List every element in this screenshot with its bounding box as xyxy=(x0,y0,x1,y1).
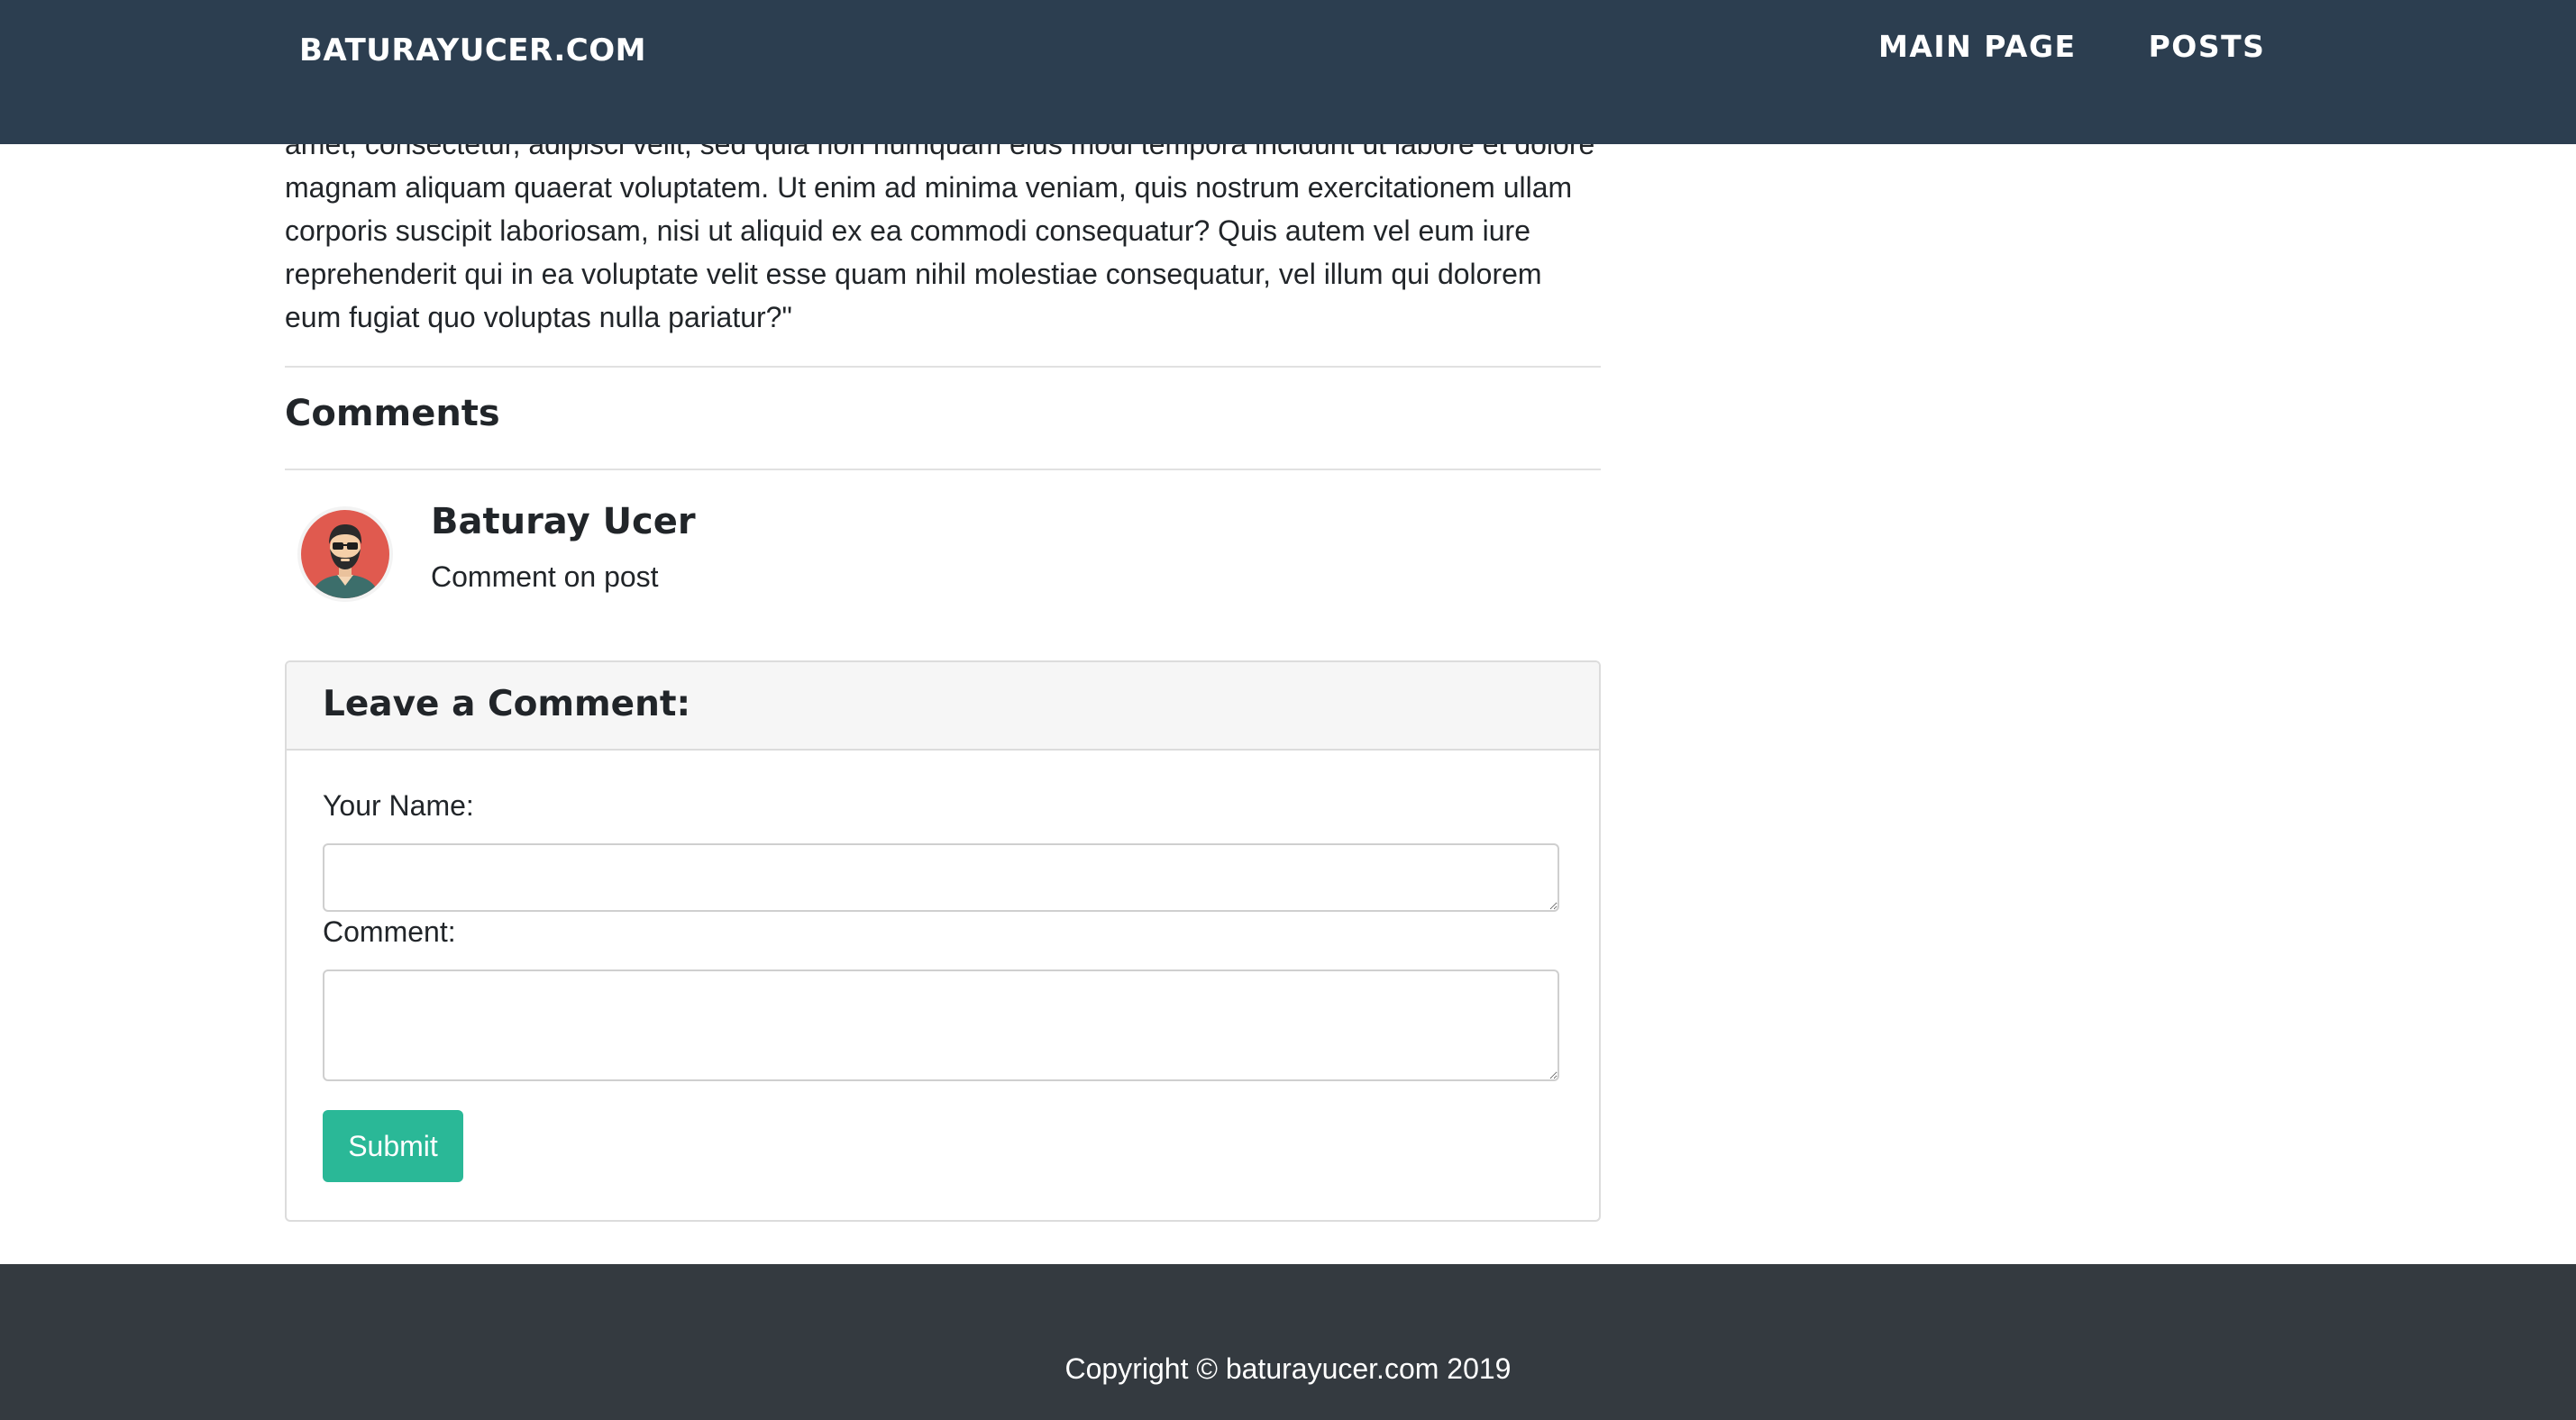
nav-link-posts[interactable]: POSTS xyxy=(2149,29,2266,64)
comment-author: Baturay Ucer xyxy=(431,501,696,542)
card-header: Leave a Comment: xyxy=(287,662,1599,751)
comments-divider xyxy=(285,469,1601,470)
name-field-label: Your Name: xyxy=(323,789,474,822)
name-input[interactable] xyxy=(323,843,1559,912)
post-divider xyxy=(285,366,1601,368)
top-navbar: BATURAYUCER.COM MAIN PAGE POSTS xyxy=(0,0,2576,144)
leave-comment-card: Leave a Comment: Your Name: Comment: Sub… xyxy=(285,660,1601,1222)
copyright-text: Copyright © baturayucer.com 2019 xyxy=(1064,1352,1512,1385)
page-footer: Copyright © baturayucer.com 2019 xyxy=(0,1264,2576,1420)
nav-link-main-page[interactable]: MAIN PAGE xyxy=(1878,29,2077,64)
submit-button[interactable]: Submit xyxy=(323,1110,463,1182)
comment-text: Comment on post xyxy=(431,560,659,593)
comments-heading: Comments xyxy=(285,393,500,434)
leave-comment-title: Leave a Comment: xyxy=(323,684,691,724)
comment-item: Baturay Ucer Comment on post xyxy=(285,501,1601,618)
bearded-man-avatar-icon xyxy=(297,506,393,602)
post-body-text: amet, consectetur, adipisci velit, sed q… xyxy=(285,128,1595,333)
comment-field-label: Comment: xyxy=(323,915,456,948)
comment-input[interactable] xyxy=(323,969,1559,1081)
nav-menu: MAIN PAGE POSTS xyxy=(1878,29,2265,64)
brand-logo-link[interactable]: BATURAYUCER.COM xyxy=(299,32,646,68)
